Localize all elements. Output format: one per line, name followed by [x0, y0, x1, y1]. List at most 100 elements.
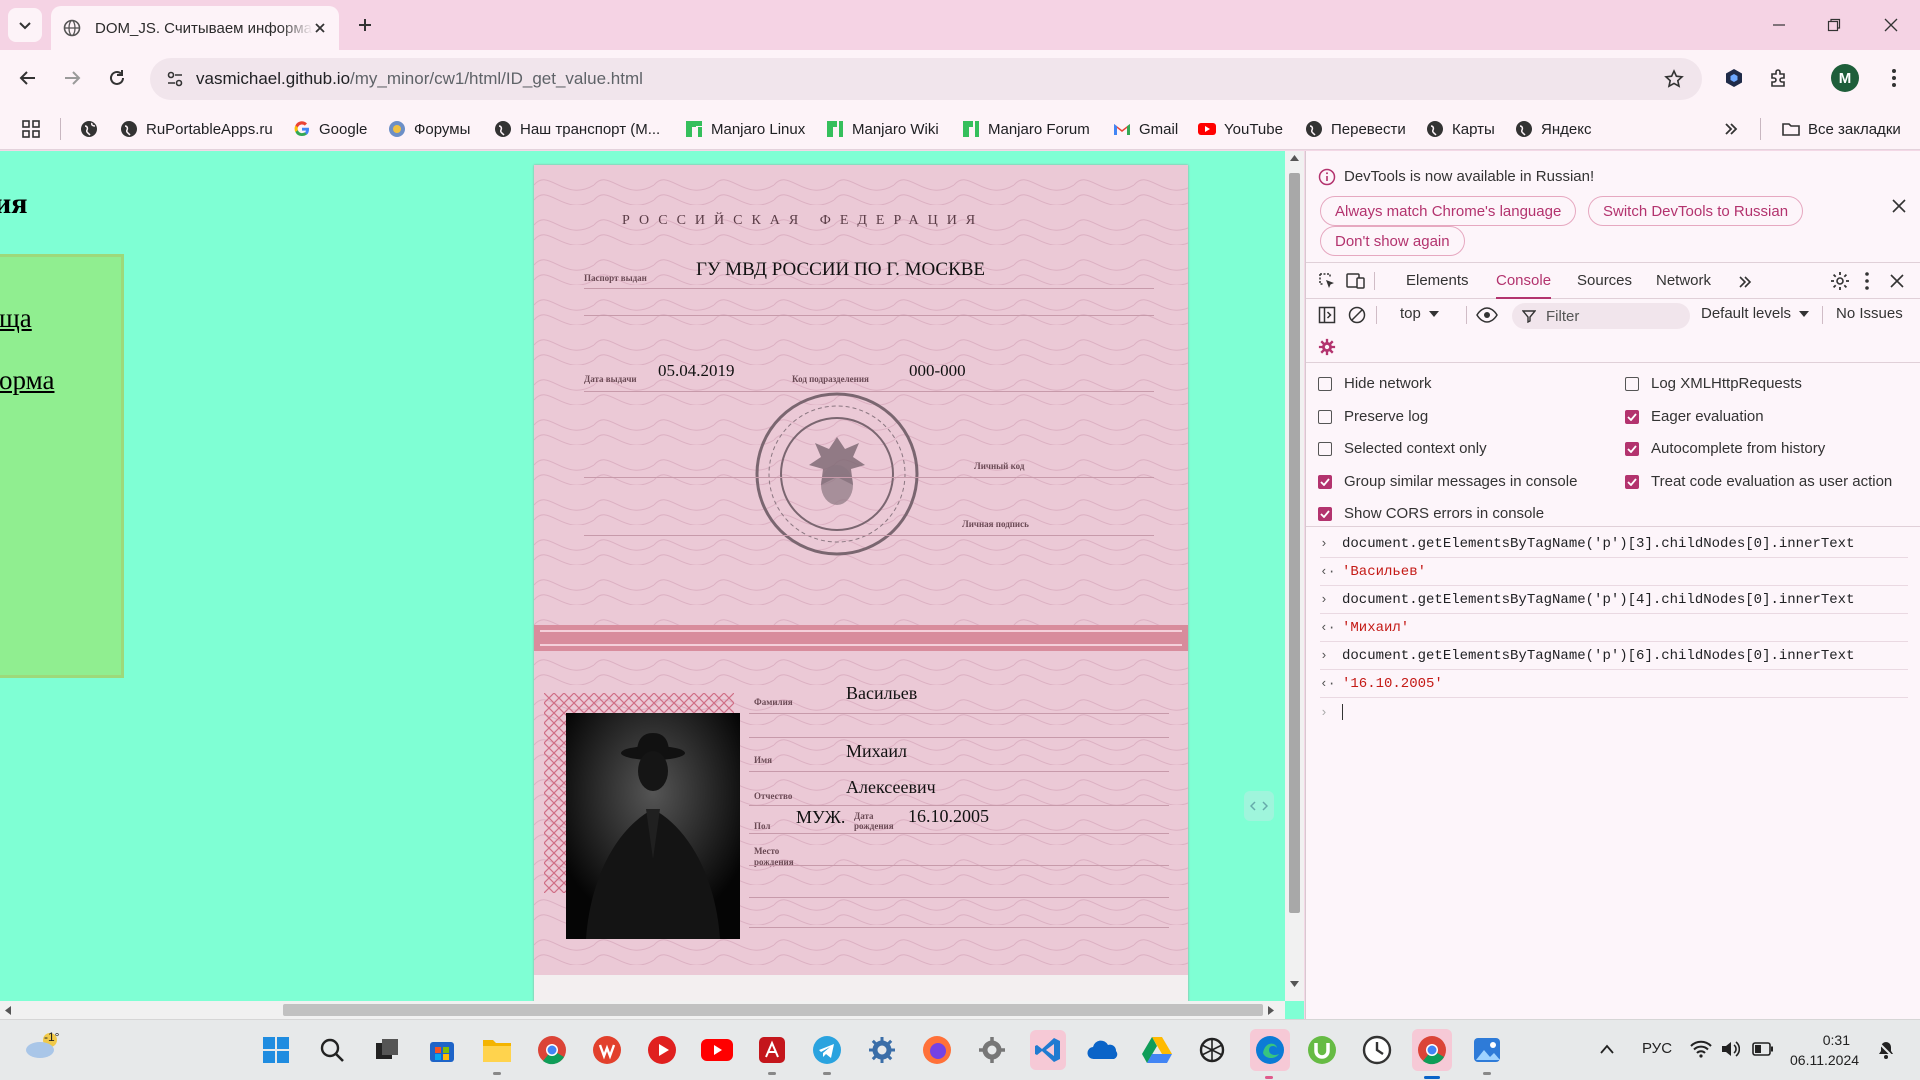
taskbar-youtube[interactable]: [700, 1033, 734, 1067]
console-filter-input[interactable]: Filter: [1512, 303, 1690, 329]
input-language[interactable]: РУС: [1642, 1040, 1672, 1057]
bookmark-star-icon[interactable]: [1664, 69, 1684, 89]
page-link-1[interactable]: ща: [0, 303, 32, 334]
scroll-right-icon[interactable]: [1268, 1006, 1274, 1015]
bookmark-translate[interactable]: Перевести: [1305, 118, 1406, 140]
bookmark-maps[interactable]: Карты: [1426, 118, 1495, 140]
profile-avatar[interactable]: M: [1831, 64, 1859, 92]
preserve-log-checkbox[interactable]: Preserve log: [1318, 408, 1428, 425]
taskbar-photos[interactable]: [1470, 1033, 1504, 1075]
taskbar-firefox[interactable]: [920, 1033, 954, 1067]
console-input-row[interactable]: › document.getElementsByTagName('p')[4].c…: [1320, 586, 1908, 614]
tab-elements[interactable]: Elements: [1406, 263, 1469, 299]
taskbar-acrobat[interactable]: [755, 1033, 789, 1075]
bookmark-manjaro-forum[interactable]: Manjaro Forum: [962, 118, 1090, 140]
clock[interactable]: 0:31 06.11.2024: [1790, 1030, 1859, 1070]
hide-network-checkbox[interactable]: Hide network: [1318, 375, 1432, 392]
taskbar-chatgpt[interactable]: [1195, 1033, 1229, 1067]
bookmark-manjaro-wiki[interactable]: Manjaro Wiki: [826, 118, 939, 140]
browser-tab[interactable]: DOM_JS. Считываем информацию: [51, 6, 339, 50]
url-text[interactable]: vasmichael.github.io/my_minor/cw1/html/I…: [196, 69, 643, 89]
floating-extension-button[interactable]: [1244, 791, 1274, 821]
wifi-icon[interactable]: [1690, 1040, 1712, 1058]
sidebar-toggle-icon[interactable]: [1318, 306, 1336, 324]
horizontal-scroll-thumb[interactable]: [283, 1004, 1263, 1016]
scroll-up-icon[interactable]: [1290, 155, 1299, 161]
bookmark-yandex[interactable]: Яндекс: [1515, 118, 1591, 140]
console-result-row[interactable]: ‹· 'Михаил': [1320, 614, 1908, 642]
taskbar-vscode[interactable]: [1030, 1030, 1066, 1070]
treat-code-eval-checkbox[interactable]: Treat code evaluation as user action: [1625, 473, 1892, 490]
site-info-icon[interactable]: [166, 70, 184, 88]
autocomplete-history-checkbox[interactable]: Autocomplete from history: [1625, 440, 1825, 457]
bookmark-transport[interactable]: Наш транспорт (М...: [494, 118, 660, 140]
bookmark-manjaro-linux[interactable]: Manjaro Linux: [685, 118, 805, 140]
forward-button[interactable]: [54, 60, 90, 96]
task-view-button[interactable]: [370, 1033, 404, 1067]
tab-console[interactable]: Console: [1496, 263, 1552, 299]
taskbar-gear-app[interactable]: [975, 1033, 1009, 1067]
close-window-button[interactable]: [1862, 0, 1920, 50]
tab-search-button[interactable]: [8, 8, 42, 42]
extensions-button[interactable]: [1761, 60, 1797, 96]
volume-icon[interactable]: [1720, 1040, 1740, 1058]
more-tabs-icon[interactable]: [1738, 275, 1752, 289]
log-levels-dropdown[interactable]: Default levels: [1701, 305, 1810, 322]
new-tab-button[interactable]: [348, 8, 382, 42]
reload-button[interactable]: [99, 60, 135, 96]
always-match-language-button[interactable]: Always match Chrome's language: [1320, 196, 1577, 226]
bookmark-globe[interactable]: [80, 118, 106, 140]
battery-icon[interactable]: [1752, 1042, 1774, 1056]
taskbar-clock-app[interactable]: [1360, 1033, 1394, 1067]
taskbar-app-store[interactable]: [425, 1033, 459, 1067]
taskbar-edge[interactable]: [1250, 1029, 1290, 1079]
taskbar-chrome[interactable]: [535, 1033, 569, 1067]
eye-icon[interactable]: [1476, 307, 1498, 323]
taskbar-player[interactable]: [645, 1033, 679, 1067]
search-button[interactable]: [315, 1033, 349, 1067]
bookmark-ruportableapps[interactable]: RuPortableApps.ru: [120, 118, 273, 140]
taskbar-google-drive[interactable]: [1140, 1033, 1174, 1067]
taskbar-chrome-active[interactable]: [1412, 1029, 1452, 1079]
taskbar-utorrent[interactable]: [1305, 1033, 1339, 1067]
device-toolbar-icon[interactable]: [1346, 272, 1366, 290]
switch-to-russian-button[interactable]: Switch DevTools to Russian: [1588, 196, 1804, 226]
back-button[interactable]: [10, 60, 46, 96]
chevron-up-icon[interactable]: [1600, 1044, 1614, 1054]
more-vert-icon[interactable]: [1864, 271, 1870, 291]
console-input-row[interactable]: › document.getElementsByTagName('p')[3].c…: [1320, 530, 1908, 558]
show-cors-checkbox[interactable]: Show CORS errors in console: [1318, 505, 1544, 522]
dont-show-again-button[interactable]: Don't show again: [1320, 226, 1465, 256]
taskbar-settings-app[interactable]: [865, 1033, 899, 1067]
horizontal-scrollbar[interactable]: [0, 1001, 1285, 1019]
scroll-left-icon[interactable]: [5, 1006, 11, 1015]
scroll-down-icon[interactable]: [1290, 981, 1299, 987]
log-xhr-checkbox[interactable]: Log XMLHttpRequests: [1625, 375, 1802, 392]
eager-evaluation-checkbox[interactable]: Eager evaluation: [1625, 408, 1764, 425]
taskbar-onedrive[interactable]: [1085, 1033, 1119, 1067]
bookmark-forums[interactable]: Форумы: [388, 118, 470, 140]
clear-console-icon[interactable]: [1348, 306, 1366, 324]
gear-icon[interactable]: [1830, 271, 1850, 291]
menu-button[interactable]: [1876, 60, 1912, 96]
address-bar[interactable]: vasmichael.github.io/my_minor/cw1/html/I…: [150, 58, 1702, 100]
selected-context-checkbox[interactable]: Selected context only: [1318, 440, 1487, 457]
vertical-scrollbar[interactable]: [1285, 151, 1304, 1001]
taskbar-telegram[interactable]: [810, 1033, 844, 1075]
page-link-2[interactable]: орма: [0, 365, 54, 396]
minimize-button[interactable]: [1750, 0, 1808, 50]
vertical-scroll-thumb[interactable]: [1289, 173, 1300, 913]
taskbar-file-explorer[interactable]: [480, 1033, 514, 1075]
console-result-row[interactable]: ‹· 'Васильев': [1320, 558, 1908, 586]
console-input-row[interactable]: › document.getElementsByTagName('p')[6].c…: [1320, 642, 1908, 670]
console-settings-gear-icon[interactable]: [1318, 338, 1336, 356]
notification-bell-icon[interactable]: [1876, 1040, 1896, 1060]
group-similar-checkbox[interactable]: Group similar messages in console: [1318, 473, 1577, 490]
bookmarks-overflow-button[interactable]: [1724, 118, 1738, 140]
console-output[interactable]: › document.getElementsByTagName('p')[3].c…: [1306, 528, 1920, 1019]
close-banner-icon[interactable]: [1892, 199, 1906, 213]
bookmark-google[interactable]: Google: [293, 118, 367, 140]
bookmark-youtube[interactable]: YouTube: [1198, 118, 1283, 140]
weather-widget[interactable]: -1°: [22, 1030, 66, 1070]
console-result-row[interactable]: ‹· '16.10.2005': [1320, 670, 1908, 698]
